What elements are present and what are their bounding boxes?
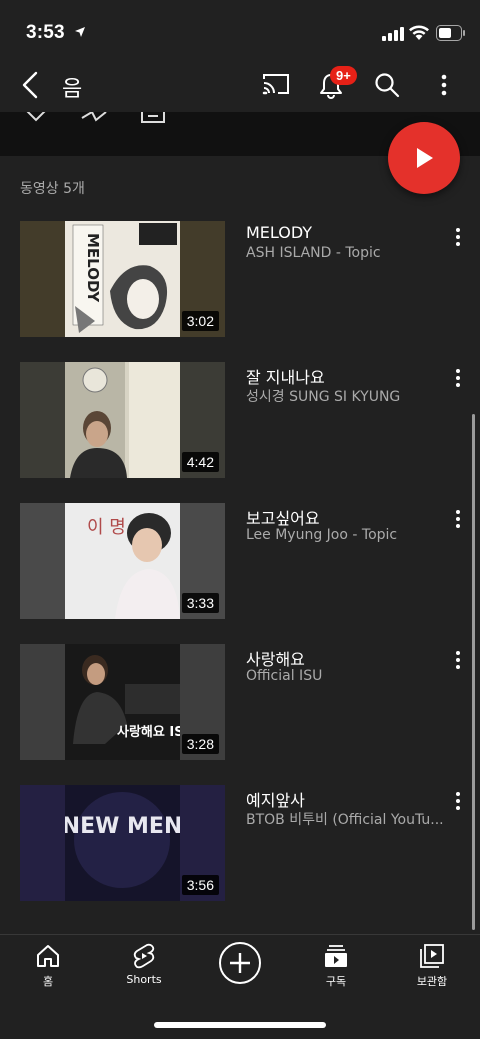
save-icon[interactable] bbox=[140, 112, 166, 126]
scrollbar[interactable] bbox=[472, 414, 475, 930]
nav-home[interactable]: 홈 bbox=[8, 943, 88, 989]
album-art-lee-myung-joo: 이 명 주 bbox=[65, 503, 180, 619]
album-art-new-men: NEW MEN bbox=[65, 785, 180, 901]
subscriptions-icon bbox=[325, 945, 347, 967]
remix-icon[interactable] bbox=[80, 112, 108, 126]
video-thumbnail[interactable]: NEW MEN 3:56 bbox=[20, 785, 225, 901]
cast-icon[interactable] bbox=[262, 72, 290, 96]
video-channel[interactable]: ASH ISLAND - Topic bbox=[246, 245, 446, 261]
video-list-item[interactable]: 사랑해요 ISU 3:28 사랑해요 Official ISU bbox=[0, 644, 480, 760]
wifi-icon bbox=[409, 25, 429, 40]
video-list-item[interactable]: 이 명 주 3:33 보고싶어요 Lee Myung Joo - Topic bbox=[0, 503, 480, 619]
album-art-melody: MELODY bbox=[65, 221, 180, 337]
create-plus-icon bbox=[219, 942, 261, 984]
video-thumbnail[interactable]: 사랑해요 ISU 3:28 bbox=[20, 644, 225, 760]
home-icon bbox=[37, 945, 59, 967]
nav-subscriptions[interactable]: 구독 bbox=[296, 943, 376, 989]
nav-shorts[interactable]: Shorts bbox=[104, 943, 184, 986]
video-thumbnail[interactable]: 이 명 주 3:33 bbox=[20, 503, 225, 619]
shorts-icon bbox=[133, 943, 155, 969]
video-duration: 4:42 bbox=[181, 452, 219, 472]
more-vertical-icon[interactable] bbox=[452, 650, 464, 670]
location-arrow-icon bbox=[75, 27, 85, 37]
more-vertical-icon[interactable] bbox=[452, 791, 464, 811]
library-icon bbox=[420, 944, 444, 968]
video-title[interactable]: 예지앞사 bbox=[246, 787, 305, 811]
back-arrow-icon[interactable] bbox=[18, 70, 44, 100]
video-duration: 3:28 bbox=[181, 734, 219, 754]
nav-subscriptions-label: 구독 bbox=[325, 975, 347, 988]
battery-icon bbox=[436, 25, 465, 41]
notification-badge: 9+ bbox=[330, 66, 357, 85]
video-duration: 3:02 bbox=[181, 311, 219, 331]
more-vertical-icon[interactable] bbox=[452, 227, 464, 247]
video-channel[interactable]: 성시경 SUNG SI KYUNG bbox=[246, 386, 446, 406]
more-vertical-icon[interactable] bbox=[434, 72, 454, 98]
nav-library-label: 보관함 bbox=[416, 975, 448, 988]
video-title[interactable]: 잘 지내나요 bbox=[246, 364, 325, 388]
nav-shorts-label: Shorts bbox=[126, 973, 162, 986]
video-title[interactable]: 보고싶어요 bbox=[246, 505, 320, 529]
more-vertical-icon[interactable] bbox=[452, 509, 464, 529]
album-art-isu: 사랑해요 ISU bbox=[65, 644, 180, 760]
nav-create[interactable] bbox=[200, 941, 280, 985]
album-art-text: MELODY bbox=[84, 233, 102, 303]
nav-home-label: 홈 bbox=[42, 975, 54, 988]
play-icon bbox=[417, 148, 433, 168]
album-art-text: NEW MEN bbox=[65, 814, 180, 839]
video-count-label: 동영상 5개 bbox=[20, 181, 85, 197]
album-art-sung-si-kyung bbox=[65, 362, 180, 478]
video-channel[interactable]: BTOB 비투비 (Official YouTu... bbox=[246, 809, 446, 829]
video-channel[interactable]: Official ISU bbox=[246, 668, 446, 684]
video-list-item[interactable]: MELODY 3:02 MELODY ASH ISLAND - Topic bbox=[0, 221, 480, 337]
video-duration: 3:33 bbox=[181, 593, 219, 613]
video-thumbnail[interactable]: MELODY 3:02 bbox=[20, 221, 225, 337]
nav-library[interactable]: 보관함 bbox=[392, 943, 472, 989]
share-icon[interactable] bbox=[24, 112, 50, 126]
top-app-bar: 음 9+ bbox=[0, 60, 480, 112]
status-time: 3:53 bbox=[26, 22, 65, 43]
video-list-item[interactable]: NEW MEN 3:56 예지앞사 BTOB 비투비 (Official You… bbox=[0, 785, 480, 901]
page-title: 음 bbox=[62, 77, 83, 102]
home-indicator[interactable] bbox=[154, 1022, 326, 1028]
video-duration: 3:56 bbox=[181, 875, 219, 895]
more-vertical-icon[interactable] bbox=[452, 368, 464, 388]
cellular-signal-icon bbox=[382, 27, 404, 41]
video-thumbnail[interactable]: 4:42 bbox=[20, 362, 225, 478]
video-title[interactable]: 사랑해요 bbox=[246, 646, 305, 670]
video-title[interactable]: MELODY bbox=[246, 223, 312, 242]
search-icon[interactable] bbox=[374, 72, 400, 98]
play-all-button[interactable] bbox=[388, 122, 460, 194]
status-bar: 3:53 bbox=[0, 0, 480, 60]
video-channel[interactable]: Lee Myung Joo - Topic bbox=[246, 527, 446, 543]
video-list-item[interactable]: 4:42 잘 지내나요 성시경 SUNG SI KYUNG bbox=[0, 362, 480, 478]
album-art-text: 사랑해요 ISU bbox=[117, 724, 180, 740]
